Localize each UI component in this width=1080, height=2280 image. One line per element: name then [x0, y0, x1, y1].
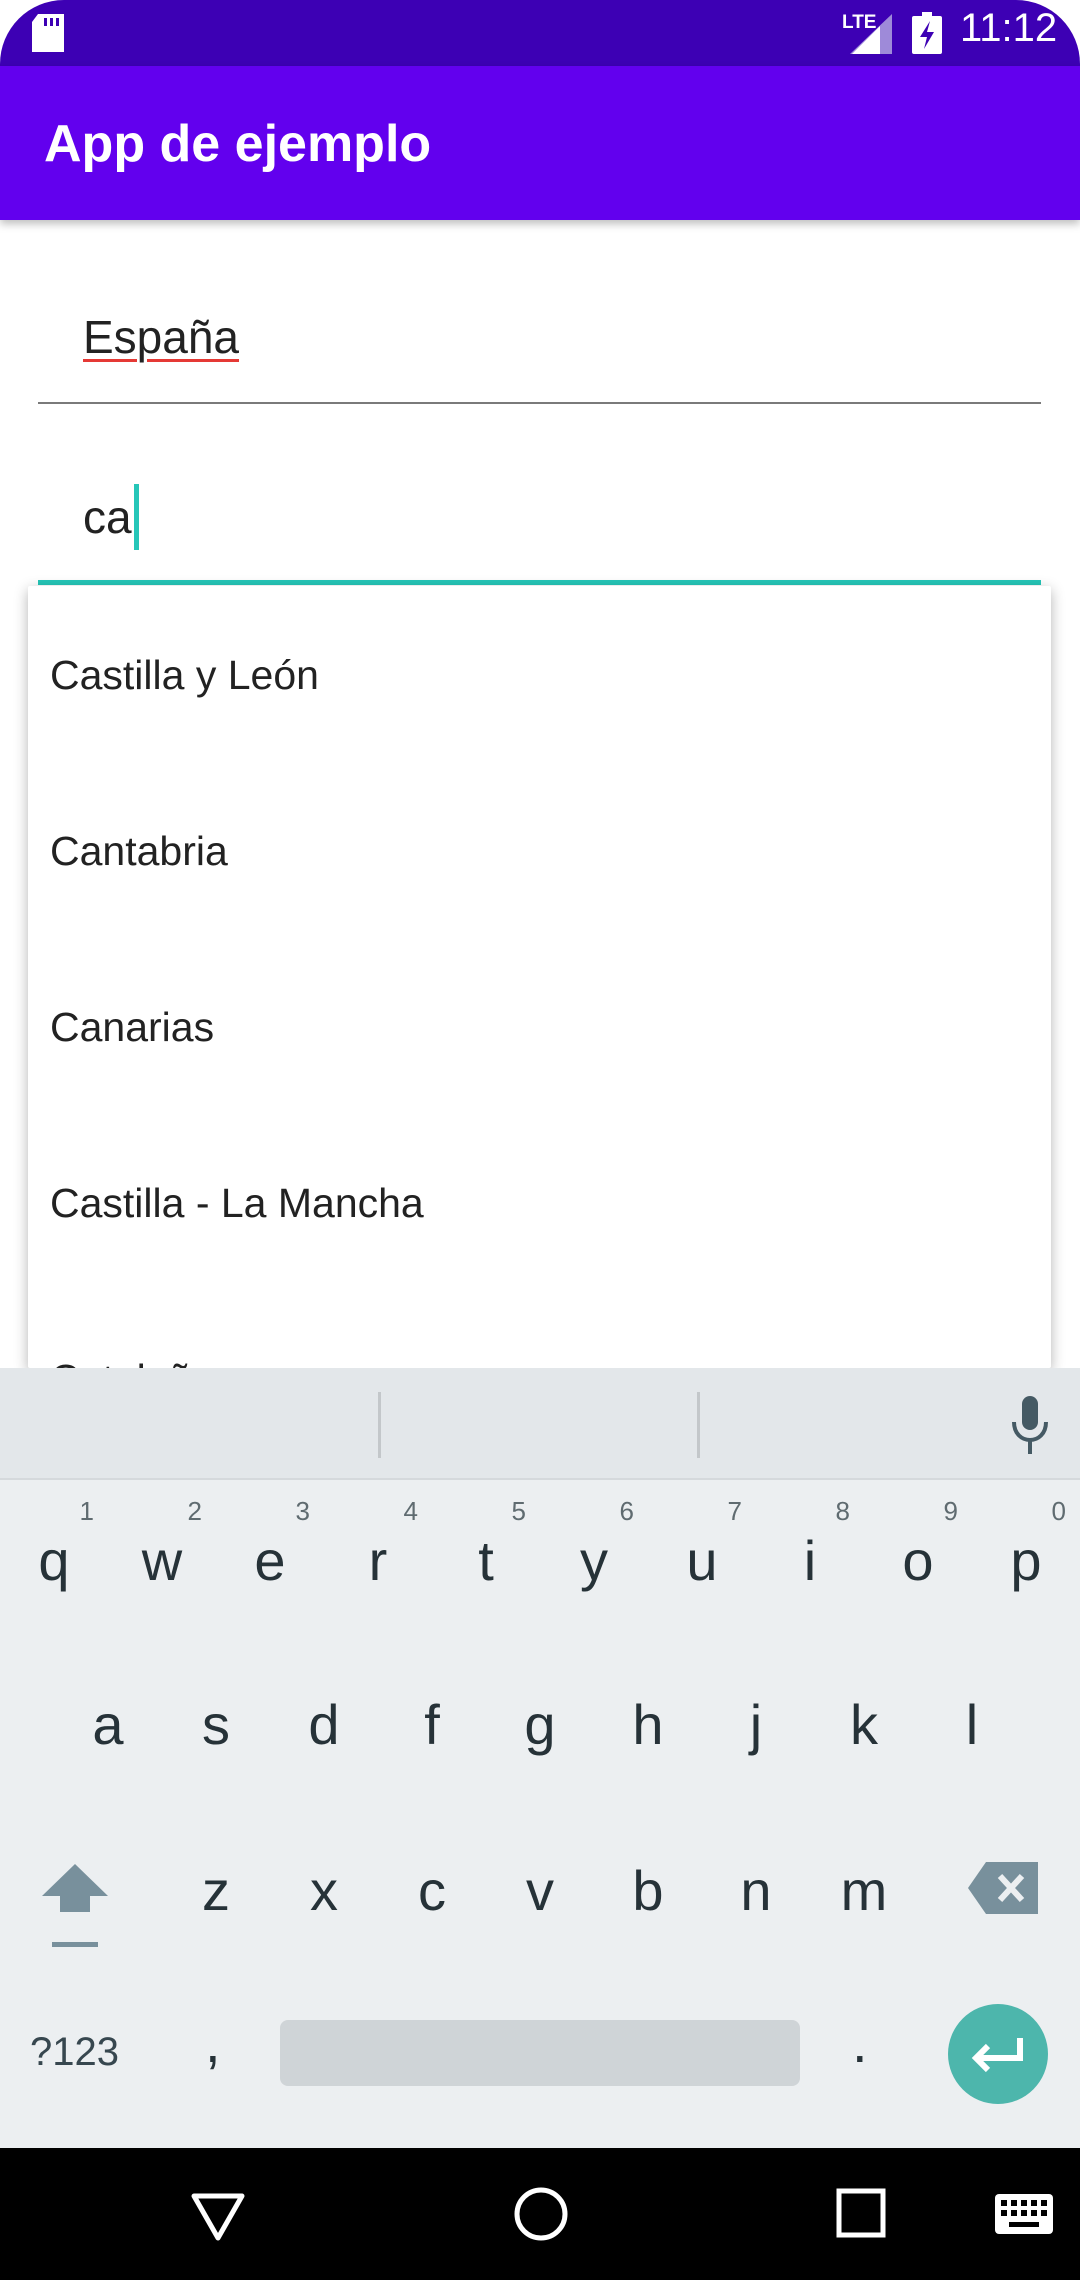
comma-key[interactable]: , — [205, 2010, 221, 2075]
battery-charging-icon — [912, 12, 942, 54]
key-j[interactable]: j — [716, 1692, 796, 1757]
key-l[interactable]: l — [932, 1692, 1012, 1757]
key-a[interactable]: a — [68, 1692, 148, 1757]
recents-icon[interactable] — [836, 2188, 886, 2238]
enter-icon — [971, 2038, 1023, 2073]
suggestion-label: Cantabria — [50, 828, 228, 874]
backspace-icon[interactable] — [968, 1862, 1038, 1914]
key-hint: 6 — [619, 1496, 634, 1526]
enter-key[interactable] — [948, 2004, 1048, 2104]
key-hint: 9 — [943, 1496, 958, 1526]
key-z[interactable]: z — [176, 1858, 256, 1923]
key-hint: 7 — [727, 1496, 742, 1526]
suggestion-item[interactable]: Castilla y León — [28, 586, 1051, 762]
suggestion-divider — [378, 1392, 381, 1458]
status-bar: LTE 11:12 — [0, 0, 1080, 66]
suggestion-item[interactable]: Cantabria — [28, 762, 1051, 938]
period-key[interactable]: . — [852, 2010, 868, 2075]
clock: 11:12 — [960, 6, 1058, 50]
key-w[interactable]: w2 — [122, 1496, 202, 1593]
key-hint: 1 — [79, 1496, 94, 1526]
key-c[interactable]: c — [392, 1858, 472, 1923]
suggestion-item[interactable]: Castilla - La Mancha — [28, 1114, 1051, 1290]
suggestion-divider — [697, 1392, 700, 1458]
key-b[interactable]: b — [608, 1858, 688, 1923]
key-o[interactable]: o9 — [878, 1496, 958, 1593]
key-hint: 4 — [403, 1496, 418, 1526]
region-field-text: ca — [83, 484, 139, 554]
home-icon[interactable] — [513, 2186, 569, 2242]
key-hint: 5 — [511, 1496, 526, 1526]
suggestion-label: Castilla - La Mancha — [50, 1180, 424, 1226]
keyboard-suggestion-strip — [0, 1368, 1080, 1480]
suggestion-label: Cataluña — [50, 1356, 214, 1368]
back-icon[interactable] — [190, 2188, 246, 2244]
key-hint: 2 — [187, 1496, 202, 1526]
app-title: App de ejemplo — [44, 115, 432, 173]
key-i[interactable]: i8 — [770, 1496, 850, 1593]
suggestion-label: Canarias — [50, 1004, 215, 1050]
screen: LTE 11:12 App de ejemplo España ca Casti… — [0, 0, 1080, 2280]
key-f[interactable]: f — [392, 1692, 472, 1757]
key-n[interactable]: n — [716, 1858, 796, 1923]
key-u[interactable]: u7 — [662, 1496, 742, 1593]
text-cursor — [133, 484, 139, 550]
country-field[interactable]: España — [38, 290, 1041, 404]
key-s[interactable]: s — [176, 1692, 256, 1757]
space-key[interactable] — [280, 2020, 800, 2086]
key-g[interactable]: g — [500, 1692, 580, 1757]
navigation-bar — [0, 2148, 1080, 2280]
region-autocomplete-field[interactable]: ca — [38, 470, 1041, 585]
key-v[interactable]: v — [500, 1858, 580, 1923]
key-d[interactable]: d — [284, 1692, 364, 1757]
country-field-value: España — [83, 311, 240, 363]
autocomplete-dropdown: Castilla y León Cantabria Canarias Casti… — [28, 586, 1051, 1368]
app-bar: App de ejemplo — [0, 66, 1080, 220]
key-t[interactable]: t5 — [446, 1496, 526, 1593]
signal-icon — [850, 14, 892, 54]
key-r[interactable]: r4 — [338, 1496, 418, 1593]
keyboard-switch-icon[interactable] — [995, 2194, 1053, 2234]
suggestion-item[interactable]: Canarias — [28, 938, 1051, 1114]
key-e[interactable]: e3 — [230, 1496, 310, 1593]
suggestion-label: Castilla y León — [50, 652, 319, 698]
key-h[interactable]: h — [608, 1692, 688, 1757]
suggestion-item[interactable]: Cataluña — [28, 1290, 1051, 1368]
symbols-key[interactable]: ?123 — [30, 2030, 119, 2075]
key-m[interactable]: m — [824, 1858, 904, 1923]
sd-card-icon — [32, 14, 64, 52]
key-hint: 3 — [295, 1496, 310, 1526]
key-hint: 0 — [1051, 1496, 1066, 1526]
key-p[interactable]: p0 — [986, 1496, 1066, 1593]
key-q[interactable]: q1 — [14, 1496, 94, 1593]
key-x[interactable]: x — [284, 1858, 364, 1923]
region-field-value: ca — [83, 491, 132, 544]
key-k[interactable]: k — [824, 1692, 904, 1757]
shift-icon[interactable] — [40, 1862, 110, 1952]
key-hint: 8 — [835, 1496, 850, 1526]
key-y[interactable]: y6 — [554, 1496, 634, 1593]
microphone-icon[interactable] — [1008, 1396, 1052, 1456]
